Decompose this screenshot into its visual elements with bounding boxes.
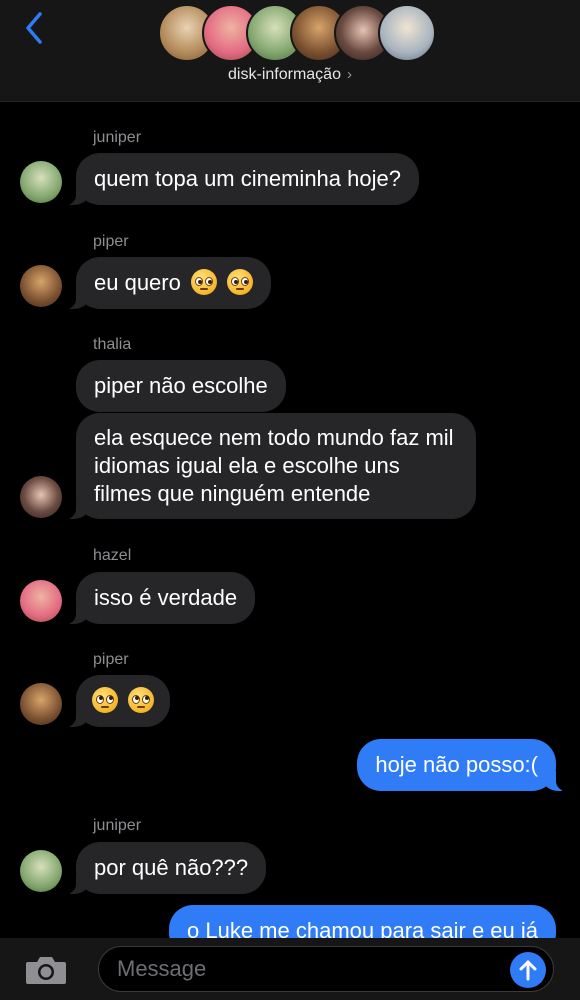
avatar-juniper [20,161,62,203]
message-text: quem topa um cineminha hoje? [94,166,401,191]
arrow-up-icon [519,960,537,981]
pleading-face-icon [190,269,217,295]
sent-message-bubble[interactable]: o Luke me chamou para sair e eu já [169,905,556,938]
sender-name: piper [93,233,129,250]
message-thread[interactable]: juniper quem topa um cineminha hoje? pip… [0,102,580,938]
message-text: eu quero [94,270,181,295]
sender-name: piper [93,651,129,668]
message-input[interactable] [98,946,554,992]
sender-name: juniper [93,129,142,146]
avatar-hazel [20,580,62,622]
sender-name: thalia [93,336,132,353]
sent-message-bubble[interactable]: hoje não posso:( [357,739,566,791]
avatar-luke [378,4,436,62]
message-text: isso é verdade [94,585,238,610]
message-text: o Luke me chamou para sair e eu já [187,918,538,938]
eye-roll-face-icon [128,687,155,713]
avatar-piper [20,683,62,725]
message-bubble[interactable]: isso é verdade [65,572,256,624]
group-name-label: disk-informação [228,66,341,83]
avatar-piper [20,265,62,307]
back-chevron-icon[interactable] [20,8,50,48]
message-bubble[interactable]: quem topa um cineminha hoje? [66,153,419,205]
camera-icon[interactable] [24,954,68,986]
send-button[interactable] [510,952,546,988]
sender-name: hazel [93,547,132,564]
chevron-right-icon: › [346,66,352,83]
message-text: por quê não??? [94,855,249,880]
eye-roll-face-icon [92,687,118,713]
avatar-thalia [20,476,62,518]
pleading-face-icon [227,269,254,295]
group-name[interactable]: disk-informação › [0,66,580,84]
conversation-header: disk-informação › [0,0,580,102]
message-bubble[interactable]: ela esquece nem todo mundo faz mil idiom… [66,413,476,519]
message-text: ela esquece nem todo mundo faz mil idiom… [94,425,454,506]
message-bubble[interactable] [65,675,171,727]
message-bubble[interactable]: piper não escolhe [76,360,286,412]
avatar-juniper [20,850,62,892]
group-avatars[interactable] [158,4,436,62]
sender-name: juniper [93,817,142,834]
message-bubble[interactable]: por quê não??? [65,842,267,894]
message-text: piper não escolhe [94,373,268,398]
composer-bar [0,938,580,1000]
message-bubble[interactable]: eu quero [65,257,272,309]
message-text: hoje não posso:( [375,752,538,777]
